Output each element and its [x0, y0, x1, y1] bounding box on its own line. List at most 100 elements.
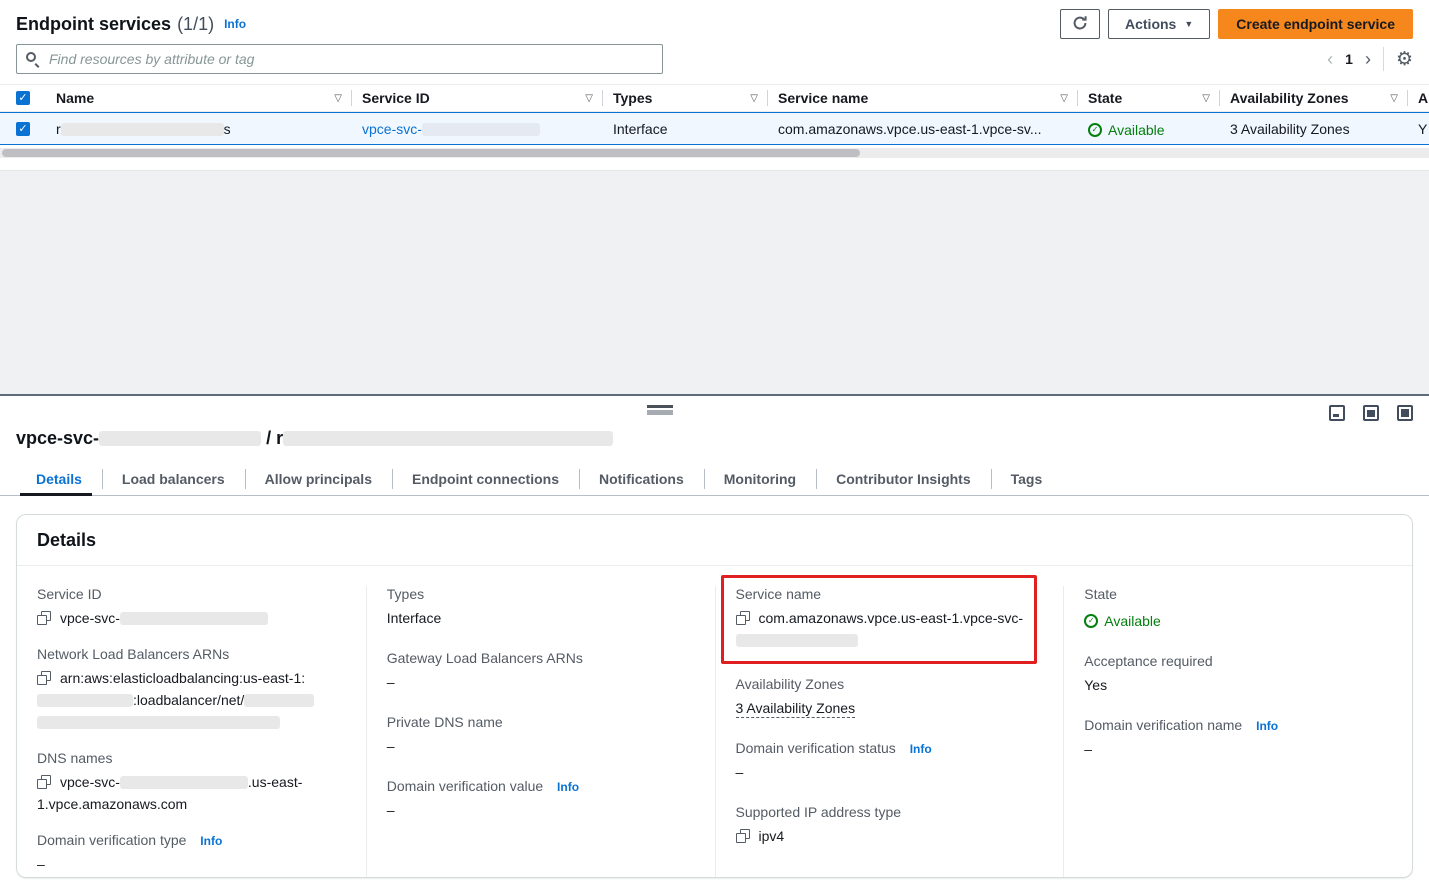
check-circle-icon: ✓: [1084, 614, 1098, 628]
redacted-text: [37, 694, 133, 707]
redacted-text: [244, 694, 314, 707]
pagination: ‹ 1 › ⚙: [1327, 47, 1413, 71]
column-header-state: State ▽: [1078, 85, 1220, 111]
redacted-text: [120, 612, 268, 625]
cell-types: Interface: [603, 121, 768, 137]
search-input[interactable]: [16, 44, 663, 74]
copy-icon[interactable]: [37, 611, 51, 625]
availability-zones-popover[interactable]: 3 Availability Zones: [736, 700, 856, 718]
info-link[interactable]: Info: [910, 742, 932, 756]
details-card-heading: Details: [17, 515, 1412, 566]
redacted-text: [736, 634, 858, 647]
filter-icon[interactable]: ▽: [1060, 93, 1068, 104]
details-card: Details Service ID vpce-svc- Network Loa…: [16, 514, 1413, 878]
tab-contributor-insights[interactable]: Contributor Insights: [816, 462, 991, 495]
cell-service-name: com.amazonaws.vpce.us-east-1.vpce-sv...: [768, 121, 1078, 137]
cell-acceptance: Y: [1408, 121, 1429, 137]
tab-tags[interactable]: Tags: [991, 462, 1063, 495]
tab-details[interactable]: Details: [16, 462, 102, 495]
panel-size-small-icon[interactable]: [1329, 405, 1345, 421]
tab-monitoring[interactable]: Monitoring: [704, 462, 816, 495]
check-circle-icon: ✓: [1088, 123, 1102, 137]
field-state: State ✓Available: [1084, 586, 1392, 632]
service-id-link[interactable]: vpce-svc-: [362, 121, 540, 137]
panel-size-half-icon[interactable]: [1363, 405, 1379, 421]
column-header-service-name: Service name ▽: [768, 85, 1078, 111]
tabs-bar: Details Load balancers Allow principals …: [0, 462, 1429, 496]
tab-notifications[interactable]: Notifications: [579, 462, 704, 495]
field-acceptance-required: Acceptance required Yes: [1084, 653, 1392, 696]
redacted-text: [61, 123, 224, 136]
page-title: Endpoint services: [16, 14, 171, 35]
field-domain-verification-type: Domain verification type Info –: [37, 832, 346, 875]
endpoint-services-section: Endpoint services (1/1) Info Actions ▼ C…: [0, 0, 1429, 170]
column-header-name: Name ▽: [46, 85, 352, 111]
panel-drag-handle[interactable]: [647, 405, 673, 415]
content-background: [0, 170, 1429, 394]
column-header-types: Types ▽: [603, 85, 768, 111]
horizontal-scrollbar: [0, 148, 1429, 158]
chevron-left-icon[interactable]: ‹: [1327, 50, 1333, 68]
filter-icon[interactable]: ▽: [585, 93, 593, 104]
cell-service-id: vpce-svc-: [352, 121, 603, 137]
row-select-cell: ✓: [0, 122, 46, 136]
search-row: ‹ 1 › ⚙: [16, 44, 1413, 74]
chevron-right-icon[interactable]: ›: [1365, 50, 1371, 68]
tab-load-balancers[interactable]: Load balancers: [102, 462, 245, 495]
details-card-body: Service ID vpce-svc- Network Load Balanc…: [17, 566, 1412, 876]
scrollbar-thumb[interactable]: [2, 149, 860, 157]
actions-button[interactable]: Actions ▼: [1108, 9, 1210, 39]
field-domain-verification-value: Domain verification value Info –: [387, 778, 695, 821]
redacted-text: [422, 123, 540, 136]
redacted-text: [120, 776, 248, 789]
details-column-4: State ✓Available Acceptance required Yes…: [1063, 586, 1412, 878]
table-row[interactable]: ✓ rs vpce-svc- Interface com.amazonaws.v…: [0, 112, 1429, 145]
refresh-icon: [1072, 15, 1088, 34]
select-all-cell: ✓: [0, 85, 46, 111]
table-header-row: ✓ Name ▽ Service ID ▽ Types ▽ Service na…: [0, 84, 1429, 112]
details-column-3: Service name com.amazonaws.vpce.us-east-…: [715, 586, 1064, 878]
column-header-acceptance: A: [1408, 85, 1429, 111]
filter-icon[interactable]: ▽: [750, 93, 758, 104]
availability-zones-popover[interactable]: 3 Availability Zones: [1230, 121, 1350, 137]
field-service-id: Service ID vpce-svc-: [37, 586, 346, 629]
field-availability-zones: Availability Zones 3 Availability Zones: [736, 676, 1044, 719]
page-number[interactable]: 1: [1345, 51, 1353, 67]
redacted-text: [37, 716, 280, 729]
tab-endpoint-connections[interactable]: Endpoint connections: [392, 462, 579, 495]
field-supported-ip-type: Supported IP address type ipv4: [736, 804, 1044, 847]
gear-icon[interactable]: ⚙: [1396, 50, 1413, 69]
info-link[interactable]: Info: [1256, 719, 1278, 733]
info-link[interactable]: Info: [200, 834, 222, 848]
redacted-text: [99, 431, 261, 446]
refresh-button[interactable]: [1060, 9, 1100, 39]
tab-allow-principals[interactable]: Allow principals: [245, 462, 392, 495]
copy-icon[interactable]: [37, 671, 51, 685]
cell-state: ✓Available: [1078, 119, 1220, 138]
copy-icon[interactable]: [736, 611, 750, 625]
filter-icon[interactable]: ▽: [1390, 93, 1398, 104]
field-private-dns-name: Private DNS name –: [387, 714, 695, 757]
caret-down-icon: ▼: [1184, 19, 1193, 29]
page-info-link[interactable]: Info: [224, 17, 246, 31]
copy-icon[interactable]: [736, 829, 750, 843]
row-checkbox[interactable]: ✓: [16, 122, 30, 136]
field-dns-names: DNS names vpce-svc-.us-east- 1.vpce.amaz…: [37, 750, 346, 815]
highlight-annotation: Service name com.amazonaws.vpce.us-east-…: [721, 575, 1038, 664]
info-link[interactable]: Info: [557, 780, 579, 794]
create-endpoint-service-button[interactable]: Create endpoint service: [1218, 9, 1413, 39]
details-column-2: Types Interface Gateway Load Balancers A…: [366, 586, 715, 878]
select-all-checkbox[interactable]: ✓: [16, 91, 30, 105]
cell-availability-zones: 3 Availability Zones: [1220, 121, 1408, 137]
actions-label: Actions: [1125, 16, 1176, 32]
panel-size-full-icon[interactable]: [1397, 405, 1413, 421]
field-service-name: Service name com.amazonaws.vpce.us-east-…: [736, 586, 1027, 651]
panel-size-controls: [1329, 405, 1413, 421]
column-header-service-id: Service ID ▽: [352, 85, 603, 111]
endpoint-services-table: ✓ Name ▽ Service ID ▽ Types ▽ Service na…: [0, 84, 1429, 158]
filter-icon[interactable]: ▽: [1202, 93, 1210, 104]
resource-count: (1/1): [177, 14, 214, 35]
filter-icon[interactable]: ▽: [334, 93, 342, 104]
page-header: Endpoint services (1/1) Info Actions ▼ C…: [16, 8, 1413, 40]
copy-icon[interactable]: [37, 775, 51, 789]
